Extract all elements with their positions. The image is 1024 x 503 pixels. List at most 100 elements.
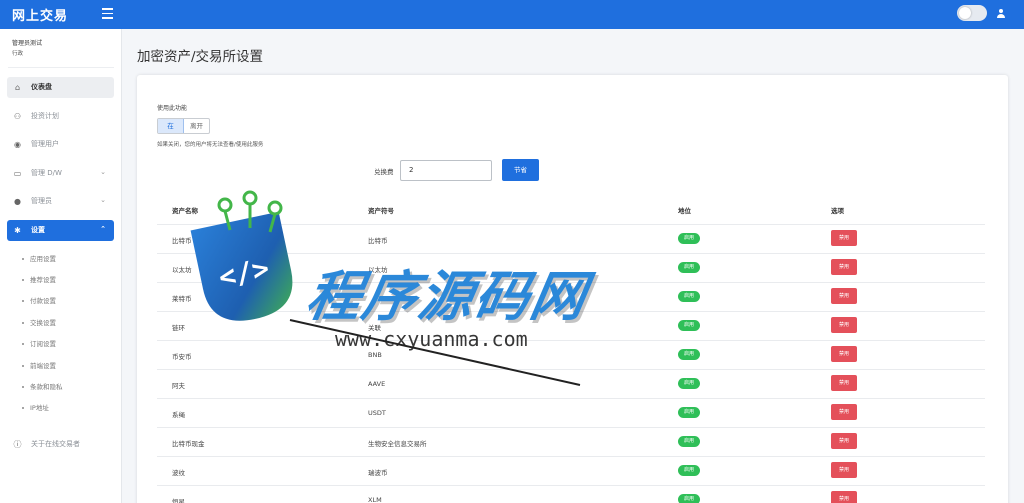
gear-icon: ✱ bbox=[14, 226, 21, 235]
theme-toggle[interactable] bbox=[957, 5, 987, 21]
sidebar-item-dashboard[interactable]: ⌂ 仪表盘 bbox=[7, 77, 114, 98]
asset-symbol-cell: 比特币 bbox=[368, 237, 388, 245]
asset-name-cell: 系绳 bbox=[172, 411, 185, 419]
sidebar-subitem-payment-settings[interactable]: 付款设置 bbox=[22, 295, 56, 305]
asset-symbol-cell: AAVE bbox=[368, 380, 386, 388]
sidebar-subitem-terms-privacy[interactable]: 条款和隐私 bbox=[22, 381, 63, 391]
profile-role: 行政 bbox=[12, 51, 24, 57]
sidebar-item-label: 投资计划 bbox=[31, 112, 59, 120]
feature-off-button[interactable]: 离开 bbox=[184, 119, 209, 133]
save-button[interactable]: 节省 bbox=[502, 159, 539, 181]
sidebar-item-label: 管理员 bbox=[31, 197, 52, 205]
chevron-down-icon: ⌄ bbox=[100, 168, 106, 176]
profile-name: 管理员测试 bbox=[12, 40, 43, 47]
disable-button[interactable]: 禁用 bbox=[831, 230, 857, 246]
sidebar-item-manage-users[interactable]: ◉ 管理用户 bbox=[7, 134, 114, 155]
status-badge: 启用 bbox=[678, 291, 700, 302]
chevron-up-icon: ⌃ bbox=[100, 225, 106, 233]
app-title[interactable]: 网上交易 bbox=[12, 5, 68, 24]
table-row: 系绳 USDT 启用 禁用 bbox=[157, 398, 985, 427]
table-row: 波纹 瑞波币 启用 禁用 bbox=[157, 456, 985, 485]
exchange-fee-input[interactable]: 2 bbox=[400, 160, 492, 181]
coins-icon: ⚇ bbox=[13, 112, 22, 121]
column-header-asset-name: 资产名称 bbox=[172, 207, 198, 215]
disable-button[interactable]: 禁用 bbox=[831, 288, 857, 304]
table-row: 以太坊 以太坊 启用 禁用 bbox=[157, 253, 985, 282]
asset-name-cell: 莱特币 bbox=[172, 295, 192, 303]
menu-toggle-icon[interactable] bbox=[102, 8, 113, 19]
column-header-status: 地位 bbox=[678, 207, 691, 215]
column-header-options: 选项 bbox=[831, 207, 844, 215]
asset-symbol-cell: USDT bbox=[368, 409, 386, 417]
toggle-knob bbox=[959, 7, 971, 19]
exchange-fee-label: 兑换费 bbox=[374, 168, 394, 176]
status-badge: 启用 bbox=[678, 436, 700, 447]
status-badge: 启用 bbox=[678, 320, 700, 331]
user-circle-icon: ◉ bbox=[14, 140, 21, 149]
table-row: 币安币 BNB 启用 禁用 bbox=[157, 340, 985, 369]
sidebar: 管理员测试 行政 ⌂ 仪表盘 ⚇ 投资计划 ◉ 管理用户 ▭ 管理 D/W ⌄ … bbox=[0, 29, 122, 503]
sidebar-item-admins[interactable]: ● 管理员 ⌄ bbox=[7, 191, 114, 212]
asset-name-cell: 波纹 bbox=[172, 469, 185, 477]
asset-symbol-cell: 生物安全信息交易所 bbox=[368, 440, 427, 448]
disable-button[interactable]: 禁用 bbox=[831, 433, 857, 449]
column-header-asset-symbol: 资产符号 bbox=[368, 207, 394, 215]
asset-name-cell: 恒星 bbox=[172, 498, 185, 503]
status-badge: 启用 bbox=[678, 233, 700, 244]
asset-symbol-cell: 关联 bbox=[368, 324, 381, 332]
feature-hint: 如果关闭，您的用户将无法查看/使用此服务 bbox=[157, 142, 264, 148]
status-badge: 启用 bbox=[678, 407, 700, 418]
table-row: 恒星 XLM 启用 禁用 bbox=[157, 485, 985, 503]
disable-button[interactable]: 禁用 bbox=[831, 375, 857, 391]
sidebar-subitem-exchange-settings[interactable]: 交换设置 bbox=[22, 317, 56, 327]
disable-button[interactable]: 禁用 bbox=[831, 346, 857, 362]
asset-name-cell: 比特币现金 bbox=[172, 440, 205, 448]
sidebar-item-settings[interactable]: ✱ 设置 ⌃ bbox=[7, 220, 114, 241]
credit-card-icon: ▭ bbox=[13, 169, 22, 178]
home-icon: ⌂ bbox=[14, 83, 21, 92]
sidebar-item-investment-plans[interactable]: ⚇ 投资计划 bbox=[7, 106, 114, 127]
asset-name-cell: 阿夫 bbox=[172, 382, 185, 390]
sidebar-subitem-referral-settings[interactable]: 推荐设置 bbox=[22, 274, 56, 284]
sidebar-item-label: 关于在线交易者 bbox=[31, 440, 80, 448]
asset-symbol-cell: 以太坊 bbox=[368, 266, 388, 274]
asset-symbol-cell: BNB bbox=[368, 351, 382, 359]
user-icon[interactable] bbox=[996, 9, 1006, 19]
info-icon: ⓘ bbox=[13, 440, 22, 449]
asset-name-cell: 链环 bbox=[172, 324, 185, 332]
table-row: 链环 关联 启用 禁用 bbox=[157, 311, 985, 340]
page-title: 加密资产/交易所设置 bbox=[137, 49, 264, 65]
asset-name-cell: 比特币 bbox=[172, 237, 192, 245]
status-badge: 启用 bbox=[678, 349, 700, 360]
disable-button[interactable]: 禁用 bbox=[831, 317, 857, 333]
feature-toggle: 在 离开 bbox=[157, 118, 210, 134]
disable-button[interactable]: 禁用 bbox=[831, 491, 857, 503]
disable-button[interactable]: 禁用 bbox=[831, 462, 857, 478]
chevron-down-icon: ⌄ bbox=[100, 196, 106, 204]
feature-on-button[interactable]: 在 bbox=[158, 119, 184, 133]
sidebar-subitem-frontend-settings[interactable]: 前端设置 bbox=[22, 360, 56, 370]
sidebar-subitem-app-settings[interactable]: 应用设置 bbox=[22, 253, 56, 263]
status-badge: 启用 bbox=[678, 262, 700, 273]
sidebar-item-about[interactable]: ⓘ 关于在线交易者 bbox=[7, 434, 114, 455]
sidebar-subitem-subscription-settings[interactable]: 订阅设置 bbox=[22, 338, 56, 348]
status-badge: 启用 bbox=[678, 465, 700, 476]
table-row: 阿夫 AAVE 启用 禁用 bbox=[157, 369, 985, 398]
profile-block: 管理员测试 行政 bbox=[12, 39, 42, 59]
disable-button[interactable]: 禁用 bbox=[831, 259, 857, 275]
asset-symbol-cell: XLM bbox=[368, 496, 382, 503]
sidebar-item-label: 管理 D/W bbox=[31, 169, 62, 177]
top-navbar: 网上交易 bbox=[0, 0, 1024, 29]
status-badge: 启用 bbox=[678, 494, 700, 503]
asset-name-cell: 币安币 bbox=[172, 353, 192, 361]
disable-button[interactable]: 禁用 bbox=[831, 404, 857, 420]
sidebar-item-manage-dw[interactable]: ▭ 管理 D/W ⌄ bbox=[7, 163, 114, 184]
user-icon: ● bbox=[14, 197, 21, 206]
asset-symbol-cell: 瑞波币 bbox=[368, 469, 388, 477]
asset-name-cell: 以太坊 bbox=[172, 266, 192, 274]
sidebar-item-label: 设置 bbox=[31, 226, 45, 234]
sidebar-item-label: 管理用户 bbox=[31, 140, 59, 148]
status-badge: 启用 bbox=[678, 378, 700, 389]
sidebar-subitem-ip-address[interactable]: IP地址 bbox=[22, 402, 49, 412]
feature-label: 使用此功能 bbox=[157, 105, 188, 112]
